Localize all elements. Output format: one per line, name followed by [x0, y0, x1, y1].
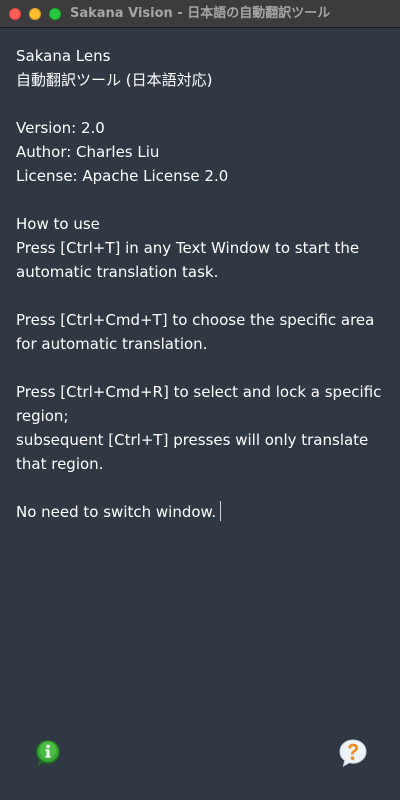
text-editor[interactable]: Sakana Lens 自動翻訳ツール (日本語対応) Version: 2.0… [16, 44, 386, 524]
text-line: Press [Ctrl+T] in any Text Window to sta… [16, 239, 360, 257]
text-line: for automatic translation. [16, 335, 208, 353]
app-window: Sakana Vision - 日本語の自動翻訳ツール Sakana Lens … [0, 0, 400, 800]
text-line-last: No need to switch window. [16, 500, 386, 524]
text-line: Press [Ctrl+Cmd+T] to choose the specifi… [16, 311, 375, 329]
text-line: Sakana Lens [16, 47, 111, 65]
text-line: Press [Ctrl+Cmd+R] to select and lock a … [16, 383, 382, 401]
last-line-text: No need to switch window. [16, 503, 217, 521]
maximize-button[interactable] [49, 8, 61, 20]
help-icon-svg [339, 739, 367, 768]
text-caret [220, 501, 222, 521]
text-line: How to use [16, 215, 100, 233]
text-line: subsequent [Ctrl+T] presses will only tr… [16, 431, 369, 449]
title-bar[interactable]: Sakana Vision - 日本語の自動翻訳ツール [0, 0, 400, 28]
help-icon[interactable] [338, 738, 367, 768]
close-button[interactable] [9, 8, 21, 20]
text-line: automatic translation task. [16, 263, 219, 281]
text-line: Version: 2.0 [16, 119, 105, 137]
info-icon-svg [36, 740, 60, 766]
text-line: Author: Charles Liu [16, 143, 160, 161]
window-title: Sakana Vision - 日本語の自動翻訳ツール [70, 6, 331, 21]
minimize-button[interactable] [29, 8, 41, 20]
text-line: 自動翻訳ツール (日本語対応) [16, 71, 213, 89]
info-icon[interactable] [34, 739, 62, 767]
text-line: region; [16, 407, 69, 425]
text-line: License: Apache License 2.0 [16, 167, 229, 185]
text-line: that region. [16, 455, 104, 473]
